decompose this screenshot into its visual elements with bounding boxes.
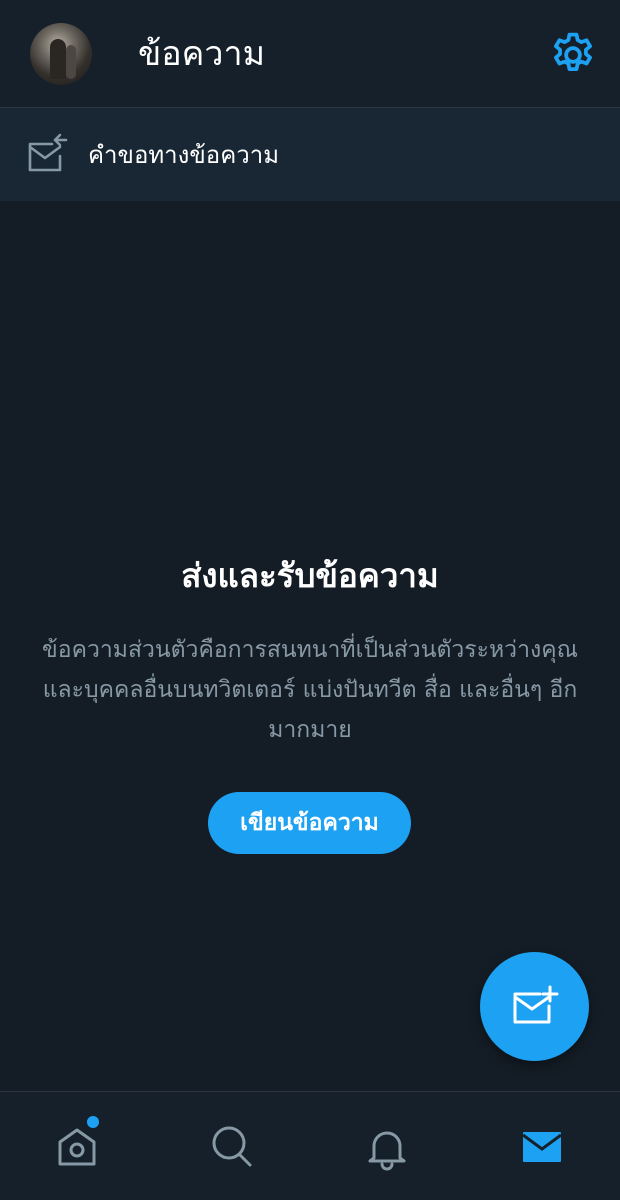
empty-state-description: ข้อความส่วนตัวคือการสนทนาที่เป็นส่วนตัวร… [42, 637, 578, 743]
search-icon[interactable] [207, 1122, 257, 1172]
new-message-icon [513, 985, 559, 1024]
empty-state-title: ส่งและรับข้อความ [181, 556, 439, 595]
message-requests-row[interactable]: คำขอทางข้อความ [0, 108, 620, 201]
home-icon[interactable] [52, 1122, 102, 1172]
envelope-arrow-icon [22, 130, 72, 180]
avatar-figure [50, 39, 66, 79]
write-message-button[interactable]: เขียนข้อความ [208, 792, 411, 854]
page-title: ข้อความ [138, 34, 266, 74]
mail-icon[interactable] [517, 1122, 567, 1172]
home-notification-dot [87, 1116, 99, 1128]
profile-avatar[interactable] [30, 23, 92, 85]
avatar-figure-secondary [66, 45, 76, 79]
new-message-fab[interactable] [480, 952, 589, 1061]
top-app-bar: ข้อความ [0, 0, 620, 108]
bottom-navigation [0, 1091, 620, 1200]
bell-icon[interactable] [362, 1122, 412, 1172]
gear-icon[interactable] [548, 30, 598, 80]
message-requests-label: คำขอทางข้อความ [88, 141, 280, 169]
